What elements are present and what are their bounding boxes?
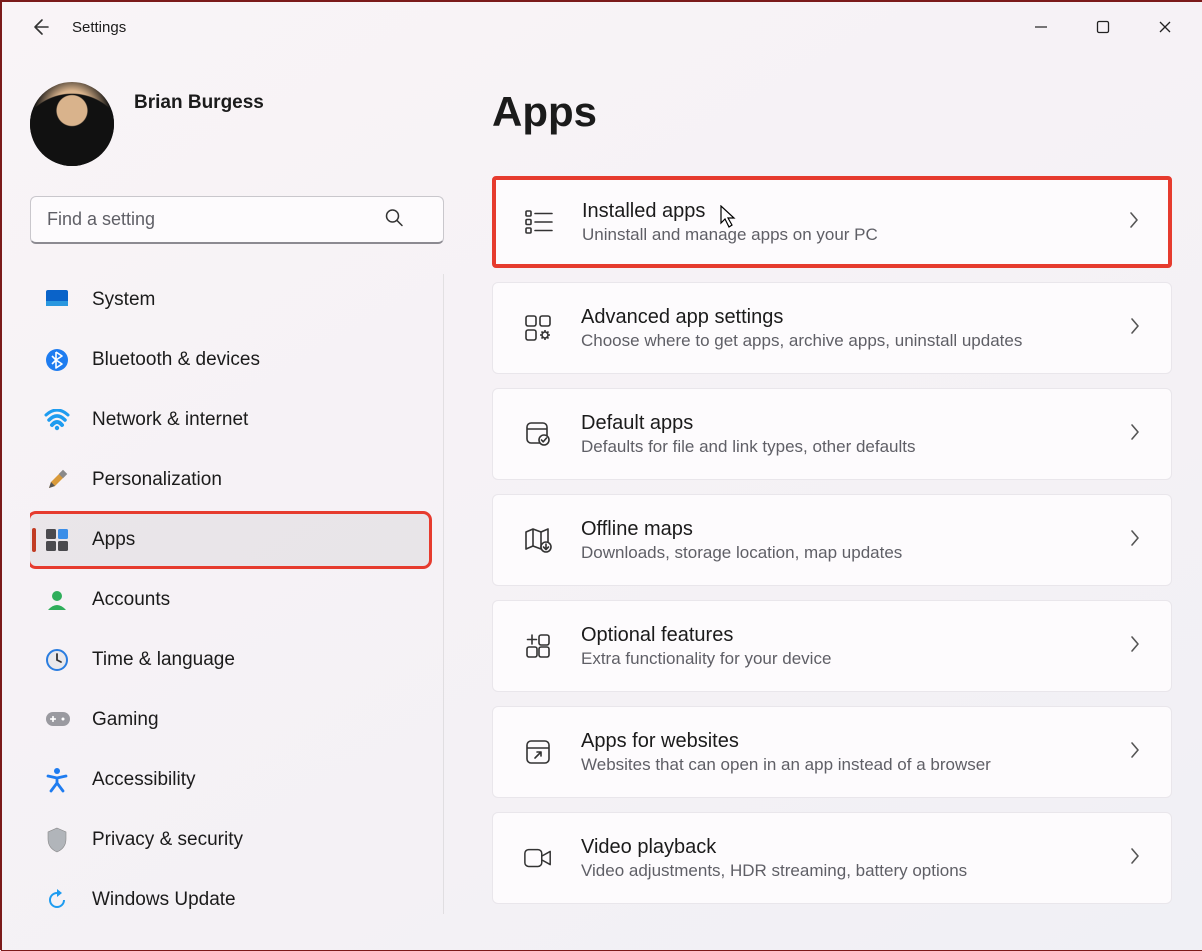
- sidebar-item-privacy[interactable]: Privacy & security: [30, 814, 429, 866]
- nav-list: System Bluetooth & devices Network & int…: [30, 274, 444, 914]
- sidebar-item-gaming[interactable]: Gaming: [30, 694, 429, 746]
- maximize-icon: [1096, 20, 1110, 34]
- network-icon: [44, 407, 70, 433]
- chevron-right-icon: [1129, 847, 1141, 870]
- arrow-left-icon: [30, 17, 50, 37]
- chevron-right-icon: [1129, 423, 1141, 446]
- title-bar: Settings: [2, 2, 1202, 52]
- card-installed-apps[interactable]: Installed apps Uninstall and manage apps…: [492, 176, 1172, 268]
- main-content: Apps Installed apps Uninstall and manage…: [462, 52, 1202, 950]
- back-button[interactable]: [20, 7, 60, 47]
- time-icon: [44, 647, 70, 673]
- apps-icon: [44, 527, 70, 553]
- search-container: [30, 196, 444, 244]
- apps-for-websites-icon: [523, 738, 553, 766]
- card-title: Offline maps: [581, 518, 1101, 541]
- card-title: Advanced app settings: [581, 306, 1101, 329]
- card-offline-maps[interactable]: Offline maps Downloads, storage location…: [492, 494, 1172, 586]
- card-title: Video playback: [581, 836, 1101, 859]
- close-button[interactable]: [1134, 6, 1196, 48]
- nav-label: Accessibility: [92, 769, 195, 791]
- system-icon: [44, 287, 70, 313]
- sidebar: Brian Burgess System Bluetooth & devices: [2, 52, 462, 950]
- close-icon: [1158, 20, 1172, 34]
- accessibility-icon: [44, 767, 70, 793]
- card-desc: Video adjustments, HDR streaming, batter…: [581, 861, 1101, 881]
- sidebar-item-personalization[interactable]: Personalization: [30, 454, 429, 506]
- profile-section[interactable]: Brian Burgess: [30, 82, 444, 166]
- nav-label: Time & language: [92, 649, 235, 671]
- bluetooth-icon: [44, 347, 70, 373]
- maximize-button[interactable]: [1072, 6, 1134, 48]
- privacy-icon: [44, 827, 70, 853]
- update-icon: [44, 887, 70, 913]
- card-title: Default apps: [581, 412, 1101, 435]
- nav-label: Windows Update: [92, 889, 236, 911]
- chevron-right-icon: [1129, 529, 1141, 552]
- accounts-icon: [44, 587, 70, 613]
- app-title: Settings: [72, 19, 126, 36]
- offline-maps-icon: [523, 526, 553, 554]
- sidebar-item-accessibility[interactable]: Accessibility: [30, 754, 429, 806]
- nav-label: Network & internet: [92, 409, 248, 431]
- card-optional-features[interactable]: Optional features Extra functionality fo…: [492, 600, 1172, 692]
- card-video-playback[interactable]: Video playback Video adjustments, HDR st…: [492, 812, 1172, 904]
- sidebar-item-network[interactable]: Network & internet: [30, 394, 429, 446]
- nav-label: Bluetooth & devices: [92, 349, 260, 371]
- search-input[interactable]: [30, 196, 444, 244]
- card-title: Optional features: [581, 624, 1101, 647]
- user-name: Brian Burgess: [134, 92, 264, 114]
- sidebar-item-apps[interactable]: Apps: [30, 514, 429, 566]
- video-playback-icon: [523, 846, 553, 870]
- chevron-right-icon: [1129, 635, 1141, 658]
- personalization-icon: [44, 467, 70, 493]
- avatar: [30, 82, 114, 166]
- installed-apps-icon: [524, 209, 554, 235]
- search-icon: [384, 208, 404, 233]
- card-title: Apps for websites: [581, 730, 1101, 753]
- sidebar-item-system[interactable]: System: [30, 274, 429, 326]
- card-desc: Downloads, storage location, map updates: [581, 543, 1101, 563]
- sidebar-item-bluetooth[interactable]: Bluetooth & devices: [30, 334, 429, 386]
- card-title: Installed apps: [582, 200, 1100, 223]
- minimize-icon: [1034, 20, 1048, 34]
- nav-label: Apps: [92, 529, 135, 551]
- card-desc: Choose where to get apps, archive apps, …: [581, 331, 1101, 351]
- card-apps-for-websites[interactable]: Apps for websites Websites that can open…: [492, 706, 1172, 798]
- nav-label: Accounts: [92, 589, 170, 611]
- default-apps-icon: [523, 420, 553, 448]
- sidebar-item-update[interactable]: Windows Update: [30, 874, 429, 914]
- chevron-right-icon: [1128, 211, 1140, 234]
- nav-label: Personalization: [92, 469, 222, 491]
- sidebar-item-accounts[interactable]: Accounts: [30, 574, 429, 626]
- minimize-button[interactable]: [1010, 6, 1072, 48]
- card-desc: Extra functionality for your device: [581, 649, 1101, 669]
- nav-label: Privacy & security: [92, 829, 243, 851]
- nav-label: Gaming: [92, 709, 159, 731]
- page-title: Apps: [492, 88, 1172, 136]
- chevron-right-icon: [1129, 317, 1141, 340]
- sidebar-item-time[interactable]: Time & language: [30, 634, 429, 686]
- advanced-app-settings-icon: [523, 314, 553, 342]
- card-desc: Websites that can open in an app instead…: [581, 755, 1101, 775]
- optional-features-icon: [523, 632, 553, 660]
- nav-label: System: [92, 289, 155, 311]
- chevron-right-icon: [1129, 741, 1141, 764]
- card-desc: Defaults for file and link types, other …: [581, 437, 1101, 457]
- card-advanced-app-settings[interactable]: Advanced app settings Choose where to ge…: [492, 282, 1172, 374]
- gaming-icon: [44, 707, 70, 733]
- card-desc: Uninstall and manage apps on your PC: [582, 225, 1100, 245]
- window-controls: [1010, 6, 1196, 48]
- card-default-apps[interactable]: Default apps Defaults for file and link …: [492, 388, 1172, 480]
